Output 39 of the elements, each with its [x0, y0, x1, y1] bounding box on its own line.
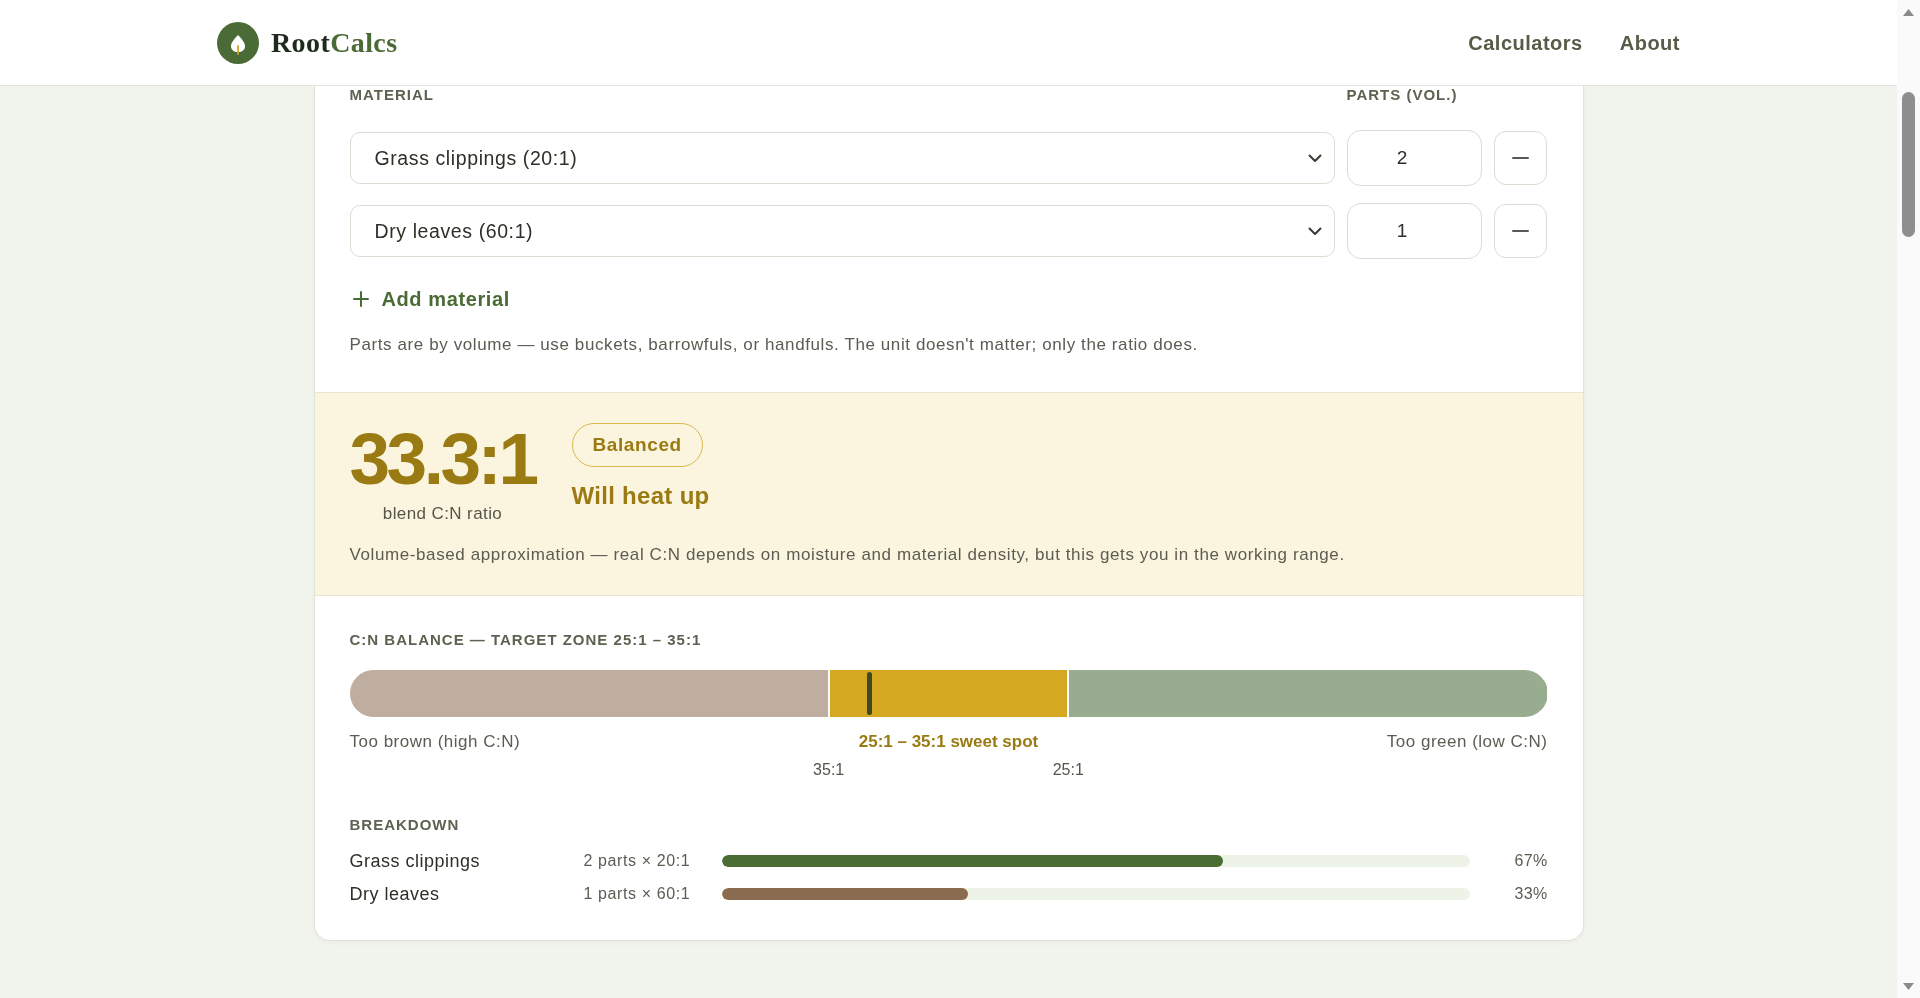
material-select[interactable]: Grass clippings (20:1) [349, 132, 1335, 184]
add-material-button[interactable]: Add material [349, 287, 510, 311]
zone-label: Too brown (high C:N) [349, 732, 521, 752]
parts-input[interactable]: 2 [1346, 130, 1482, 186]
leaf-icon [217, 21, 259, 64]
plus-icon [352, 291, 369, 307]
scroll-down-arrow-icon[interactable] [1903, 983, 1914, 990]
remove-button[interactable] [1493, 204, 1547, 258]
material-name: Grass clippings [349, 850, 482, 872]
column-label: MATERIAL [349, 86, 435, 103]
scrollbar-thumb[interactable] [1902, 92, 1915, 237]
scroll-up-arrow-icon[interactable] [1903, 9, 1914, 16]
ratio-caption: blend C:N ratio [382, 504, 503, 524]
remove-button[interactable] [1493, 131, 1547, 185]
nav-link[interactable]: About [1619, 30, 1680, 55]
nav-link[interactable]: Calculators [1468, 30, 1583, 55]
parts-input[interactable]: 1 [1346, 203, 1482, 259]
minus-icon [1511, 157, 1529, 159]
section-title: C:N BALANCE — TARGET ZONE 25:1 – 35:1 [349, 631, 703, 649]
zone-label: 25:1 – 35:1 sweet spot [858, 732, 1039, 752]
chevron-down-icon [1307, 153, 1322, 163]
chevron-down-icon [1307, 226, 1322, 236]
zone-label: Too green (low C:N) [1386, 732, 1548, 752]
verdict-text: Will heat up [571, 482, 710, 510]
share-percent: 33% [1513, 884, 1548, 904]
material-select[interactable]: Dry leaves (60:1) [349, 205, 1335, 257]
helper-text: Parts are by volume — use buckets, barrowfuls, or handfuls. The unit doesn't matter; only the ratio does. [349, 335, 1199, 355]
ratio-value: 33.3:1 [349, 422, 536, 495]
material-name: Dry leaves [349, 883, 441, 905]
column-label: PARTS (VOL.) [1346, 86, 1459, 103]
brand-link[interactable]: RootCalcs [271, 25, 398, 60]
parts-detail: 1 parts × 60:1 [583, 884, 692, 904]
minus-icon [1511, 230, 1529, 232]
parts-detail: 2 parts × 20:1 [583, 851, 692, 871]
section-title: BREAKDOWN [349, 816, 461, 834]
result-note: Volume-based approximation — real C:N depends on moisture and material density, but this gets you in the working range. [349, 545, 1346, 565]
scale-label: 35:1 [813, 761, 845, 779]
scale-label: 25:1 [1052, 761, 1084, 779]
share-percent: 67% [1513, 851, 1548, 871]
